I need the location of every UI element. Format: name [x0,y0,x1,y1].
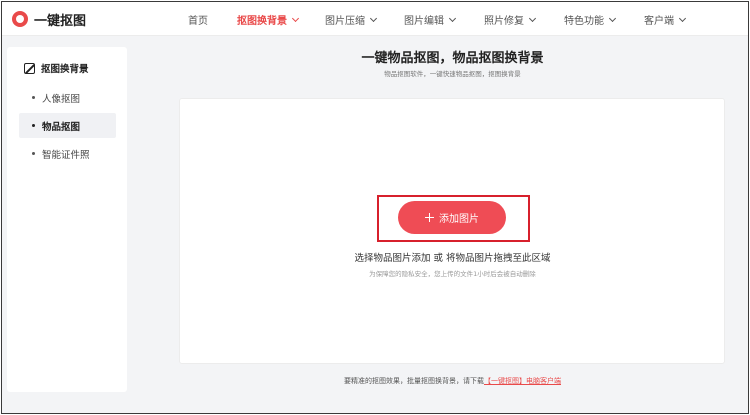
nav-label: 抠图换背景 [237,16,287,27]
bullet-icon [32,124,35,127]
chevron-down-icon [369,14,378,22]
nav-label: 首页 [188,16,208,27]
nav-label: 特色功能 [564,16,604,27]
nav-label: 照片修复 [484,16,524,27]
page-title: 一键物品抠图，物品抠图换背景 [361,51,544,66]
bullet-icon [32,96,35,99]
chevron-down-icon [448,14,457,22]
nav-label: 图片压缩 [325,16,365,27]
client-download-link[interactable]: 【一键抠图】电脑客户端 [484,377,561,385]
main-nav: 首页 抠图换背景 图片压缩 图片编辑 照片修复 特色功能 客户端 [2,2,748,36]
nav-label: 图片编辑 [404,16,444,27]
footer-text: 要精准的抠图效果，批量抠图换背景，请下载 [344,377,484,385]
nav-item-features[interactable]: 特色功能 [564,12,617,27]
app-window: 一键抠图 首页 抠图换背景 图片压缩 图片编辑 照片修复 特色功能 客户端 抠图… [1,1,749,414]
bullet-icon [32,152,35,155]
privacy-note: 为保障您的隐私安全，您上传的文件1小时后会被自动删除 [369,270,536,278]
top-header: 一键抠图 首页 抠图换背景 图片压缩 图片编辑 照片修复 特色功能 客户端 [2,2,748,36]
sidebar-item-label: 智能证件照 [42,149,90,161]
add-image-button[interactable]: 添加图片 [398,201,506,234]
sidebar-item-id-photo[interactable]: 智能证件照 [19,141,116,166]
sidebar-title-label: 抠图换背景 [41,64,89,75]
chevron-down-icon [528,14,537,22]
nav-item-photo-repair[interactable]: 照片修复 [484,12,537,27]
chevron-down-icon [291,14,300,22]
add-image-label: 添加图片 [439,214,479,225]
chevron-down-icon [608,14,617,22]
sidebar-item-object-cutout[interactable]: 物品抠图 [19,113,116,138]
nav-label: 客户端 [644,16,674,27]
sidebar-item-label: 物品抠图 [42,121,81,133]
plus-icon [425,213,434,222]
slash-square-icon [24,62,35,74]
footer-note: 要精准的抠图效果，批量抠图换背景，请下载【一键抠图】电脑客户端 [180,376,725,386]
sidebar: 抠图换背景 人像抠图 物品抠图 智能证件照 [7,47,127,392]
sidebar-item-label: 人像抠图 [42,93,81,105]
nav-item-image-compress[interactable]: 图片压缩 [325,12,378,27]
nav-item-client[interactable]: 客户端 [644,12,687,27]
nav-item-image-edit[interactable]: 图片编辑 [404,12,457,27]
page-subtitle: 物品抠图软件，一键快速物品抠图，抠图换背景 [384,70,521,78]
chevron-down-icon [678,14,687,22]
upload-hint: 选择物品图片添加 或 将物品图片拖拽至此区域 [354,253,551,264]
nav-item-cutout-background[interactable]: 抠图换背景 [237,12,300,27]
sidebar-item-portrait-cutout[interactable]: 人像抠图 [19,85,116,110]
nav-item-home[interactable]: 首页 [188,12,208,27]
sidebar-title: 抠图换背景 [24,61,89,75]
